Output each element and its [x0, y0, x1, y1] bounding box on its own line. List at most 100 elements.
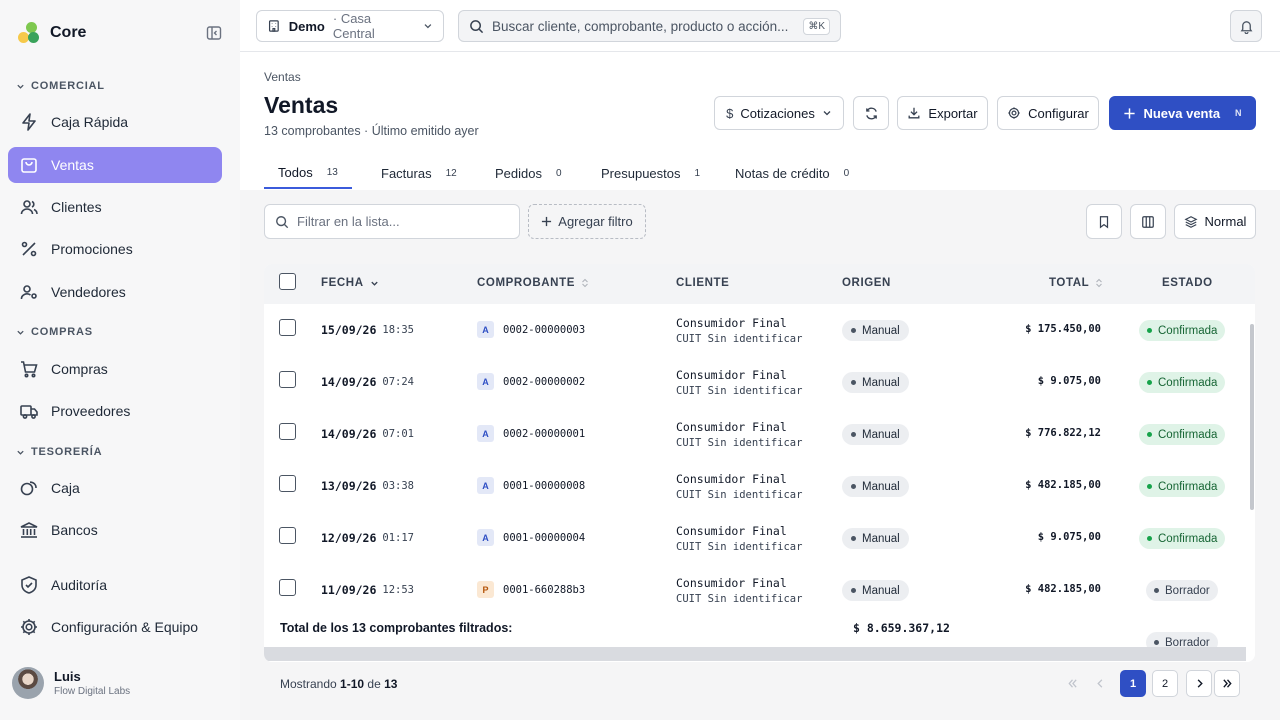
- sidebar-item-auditoria[interactable]: Auditoría: [8, 567, 222, 603]
- tenant-selector[interactable]: Demo · Casa Central: [256, 10, 444, 42]
- sidebar-item-bancos[interactable]: Bancos: [8, 512, 222, 548]
- configure-button[interactable]: Configurar: [997, 96, 1099, 130]
- table-header: FECHA COMPROBANTE CLIENTE ORIGEN TOTAL E…: [264, 264, 1255, 304]
- table-row[interactable]: 14/09/26 07:01 A 0002-00000001 Consumidor Fi…: [264, 408, 1255, 460]
- section-label: COMERCIAL: [31, 80, 105, 92]
- first-page-button[interactable]: [1059, 670, 1085, 697]
- origin-badge: Manual: [842, 476, 909, 497]
- sidebar-item-label: Caja Rápida: [51, 114, 129, 130]
- prev-page-button[interactable]: [1087, 670, 1113, 697]
- sidebar-item-vendedores[interactable]: Vendedores: [8, 274, 222, 310]
- export-button[interactable]: Exportar: [897, 96, 988, 130]
- horizontal-scrollbar[interactable]: [264, 647, 1246, 661]
- client-cell: Consumidor Final CUIT Sin identificar: [676, 472, 802, 501]
- tab-facturas[interactable]: Facturas 12: [367, 158, 471, 189]
- date-cell: 15/09/26 18:35: [321, 323, 414, 337]
- row-checkbox[interactable]: [279, 579, 296, 596]
- document-number: 0002-00000001: [503, 427, 586, 440]
- row-checkbox[interactable]: [279, 319, 296, 336]
- table-row[interactable]: 12/09/26 01:17 A 0001-00000004 Consumidor Fi…: [264, 512, 1255, 564]
- sidebar-item-compras[interactable]: Compras: [8, 351, 222, 387]
- tab-label: Facturas: [381, 166, 432, 181]
- col-fecha[interactable]: FECHA: [321, 277, 379, 289]
- tab-notas-de-credito[interactable]: Notas de crédito 0: [721, 158, 863, 189]
- user-profile[interactable]: Luis Flow Digital Labs: [12, 667, 130, 699]
- origin-cell: Manual: [842, 424, 909, 445]
- document-type-badge: A: [477, 529, 494, 546]
- document-cell[interactable]: A 0002-00000003: [477, 321, 585, 338]
- client-name: Consumidor Final: [676, 420, 787, 434]
- table-row[interactable]: 14/09/26 07:24 A 0002-00000002 Consumidor Fi…: [264, 356, 1255, 408]
- sidebar-item-clientes[interactable]: Clientes: [8, 189, 222, 225]
- global-search[interactable]: Buscar cliente, comprobante, producto o …: [458, 10, 841, 42]
- section-compras[interactable]: COMPRAS: [16, 326, 93, 338]
- last-page-button[interactable]: [1214, 670, 1240, 697]
- bookmark-icon: [1099, 215, 1109, 228]
- col-total[interactable]: TOTAL: [1049, 277, 1103, 289]
- document-cell[interactable]: A 0002-00000001: [477, 425, 585, 442]
- section-comercial[interactable]: COMERCIAL: [16, 80, 105, 92]
- col-comprobante[interactable]: COMPROBANTE: [477, 277, 589, 289]
- sidebar-item-ventas[interactable]: Ventas: [8, 147, 222, 183]
- document-cell[interactable]: A 0001-00000008: [477, 477, 585, 494]
- document-type-badge: A: [477, 373, 494, 390]
- bell-icon: [1240, 20, 1252, 34]
- row-checkbox[interactable]: [279, 423, 296, 440]
- topbar: Demo · Casa Central Buscar cliente, comp…: [240, 0, 1280, 52]
- vertical-scrollbar[interactable]: [1250, 324, 1254, 510]
- chevrons-left-icon: [1067, 679, 1077, 688]
- user-org: Flow Digital Labs: [54, 686, 131, 697]
- select-all-checkbox[interactable]: [279, 273, 296, 290]
- new-sale-button[interactable]: Nueva venta N: [1109, 96, 1256, 130]
- density-selector[interactable]: Normal: [1174, 204, 1256, 239]
- document-cell[interactable]: P 0001-660288b3: [477, 581, 585, 598]
- sidebar-item-configuracion[interactable]: Configuración & Equipo: [8, 609, 222, 645]
- table-row[interactable]: 13/09/26 03:38 A 0001-00000008 Consumidor Fi…: [264, 460, 1255, 512]
- document-number: 0001-00000008: [503, 479, 586, 492]
- client-name: Consumidor Final: [676, 368, 787, 382]
- sidebar-item-promociones[interactable]: Promociones: [8, 231, 222, 267]
- tab-todos[interactable]: Todos 13: [264, 158, 352, 189]
- origin-badge: Manual: [842, 320, 909, 341]
- row-time: 01:17: [382, 532, 414, 544]
- sidebar-divider: [0, 553, 240, 565]
- add-filter-button[interactable]: Agregar filtro: [528, 204, 646, 239]
- saved-views-button[interactable]: [1086, 204, 1122, 239]
- sidebar-item-caja[interactable]: Caja: [8, 470, 222, 506]
- client-id: CUIT Sin identificar: [676, 333, 803, 345]
- row-checkbox[interactable]: [279, 371, 296, 388]
- refresh-button[interactable]: [853, 96, 889, 130]
- document-type-badge: A: [477, 321, 494, 338]
- document-cell[interactable]: A 0001-00000004: [477, 529, 585, 546]
- page-1-button[interactable]: 1: [1120, 670, 1146, 697]
- row-checkbox[interactable]: [279, 475, 296, 492]
- tab-count: 0: [843, 168, 850, 179]
- next-page-button[interactable]: [1186, 670, 1212, 697]
- table-row[interactable]: 11/09/26 12:53 P 0001-660288b3 Consumidor Fi…: [264, 564, 1255, 616]
- columns-button[interactable]: [1130, 204, 1166, 239]
- quotes-button[interactable]: $ Cotizaciones: [714, 96, 844, 130]
- zap-icon: [22, 113, 36, 131]
- date-cell: 12/09/26 01:17: [321, 531, 414, 545]
- breadcrumb[interactable]: Ventas: [264, 70, 301, 84]
- row-date: 15/09/26: [321, 323, 377, 337]
- origin-cell: Manual: [842, 528, 909, 549]
- sidebar-item-caja-rapida[interactable]: Caja Rápida: [8, 104, 222, 140]
- tab-presupuestos[interactable]: Presupuestos 1: [587, 158, 714, 189]
- page-2-button[interactable]: 2: [1152, 670, 1178, 697]
- table-row[interactable]: 15/09/26 18:35 A 0002-00000003 Consumidor Fi…: [264, 304, 1255, 356]
- list-filter-input[interactable]: Filtrar en la lista...: [264, 204, 520, 239]
- tab-pedidos[interactable]: Pedidos 0: [481, 158, 576, 189]
- notifications-button[interactable]: [1230, 10, 1262, 42]
- section-tesoreria[interactable]: TESORERÍA: [16, 446, 102, 458]
- row-checkbox[interactable]: [279, 527, 296, 544]
- sidebar: Core COMERCIAL Caja Rápida Ventas Client…: [0, 0, 240, 720]
- new-sale-label: Nueva venta: [1143, 105, 1221, 121]
- brand[interactable]: Core: [18, 22, 86, 44]
- sidebar-item-proveedores[interactable]: Proveedores: [8, 393, 222, 429]
- client-id: CUIT Sin identificar: [676, 385, 803, 397]
- dollar-icon: $: [726, 105, 734, 121]
- document-cell[interactable]: A 0002-00000002: [477, 373, 585, 390]
- sidebar-collapse-icon[interactable]: [206, 25, 222, 41]
- pagination-info: Mostrando 1-10 de 13: [280, 677, 397, 691]
